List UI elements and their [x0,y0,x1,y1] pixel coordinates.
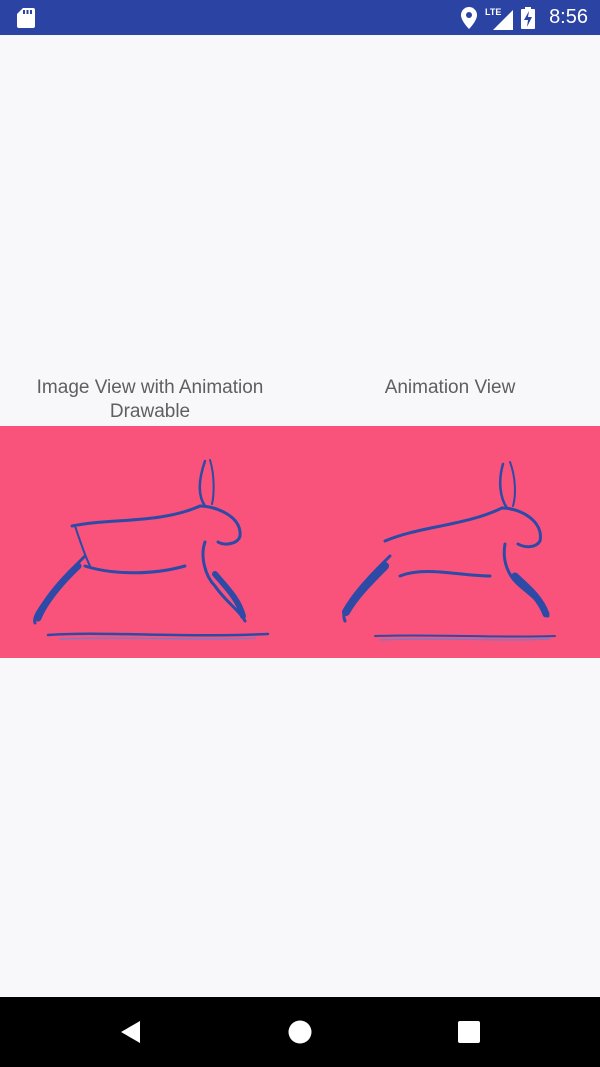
image-view-rabbit [33,459,270,640]
navigation-bar [0,997,600,1067]
animation-view-rabbit [342,461,556,641]
main-content: Image View with Animation Drawable Anima… [0,35,600,997]
svg-text:LTE: LTE [485,7,501,17]
lte-signal-icon: LTE [485,7,514,30]
recent-apps-icon[interactable] [456,1019,482,1045]
clock: 8:56 [549,6,588,28]
animation-view-label: Animation View [384,377,516,398]
home-icon[interactable] [287,1019,313,1045]
status-bar: LTE 8:56 [0,0,600,35]
animation-panel [0,426,600,658]
sd-card-icon [17,8,35,28]
image-view-label: Image View with Animation Drawable [36,377,264,422]
battery-charging-icon [521,6,536,29]
back-icon[interactable] [118,1019,144,1045]
location-icon [461,6,478,29]
